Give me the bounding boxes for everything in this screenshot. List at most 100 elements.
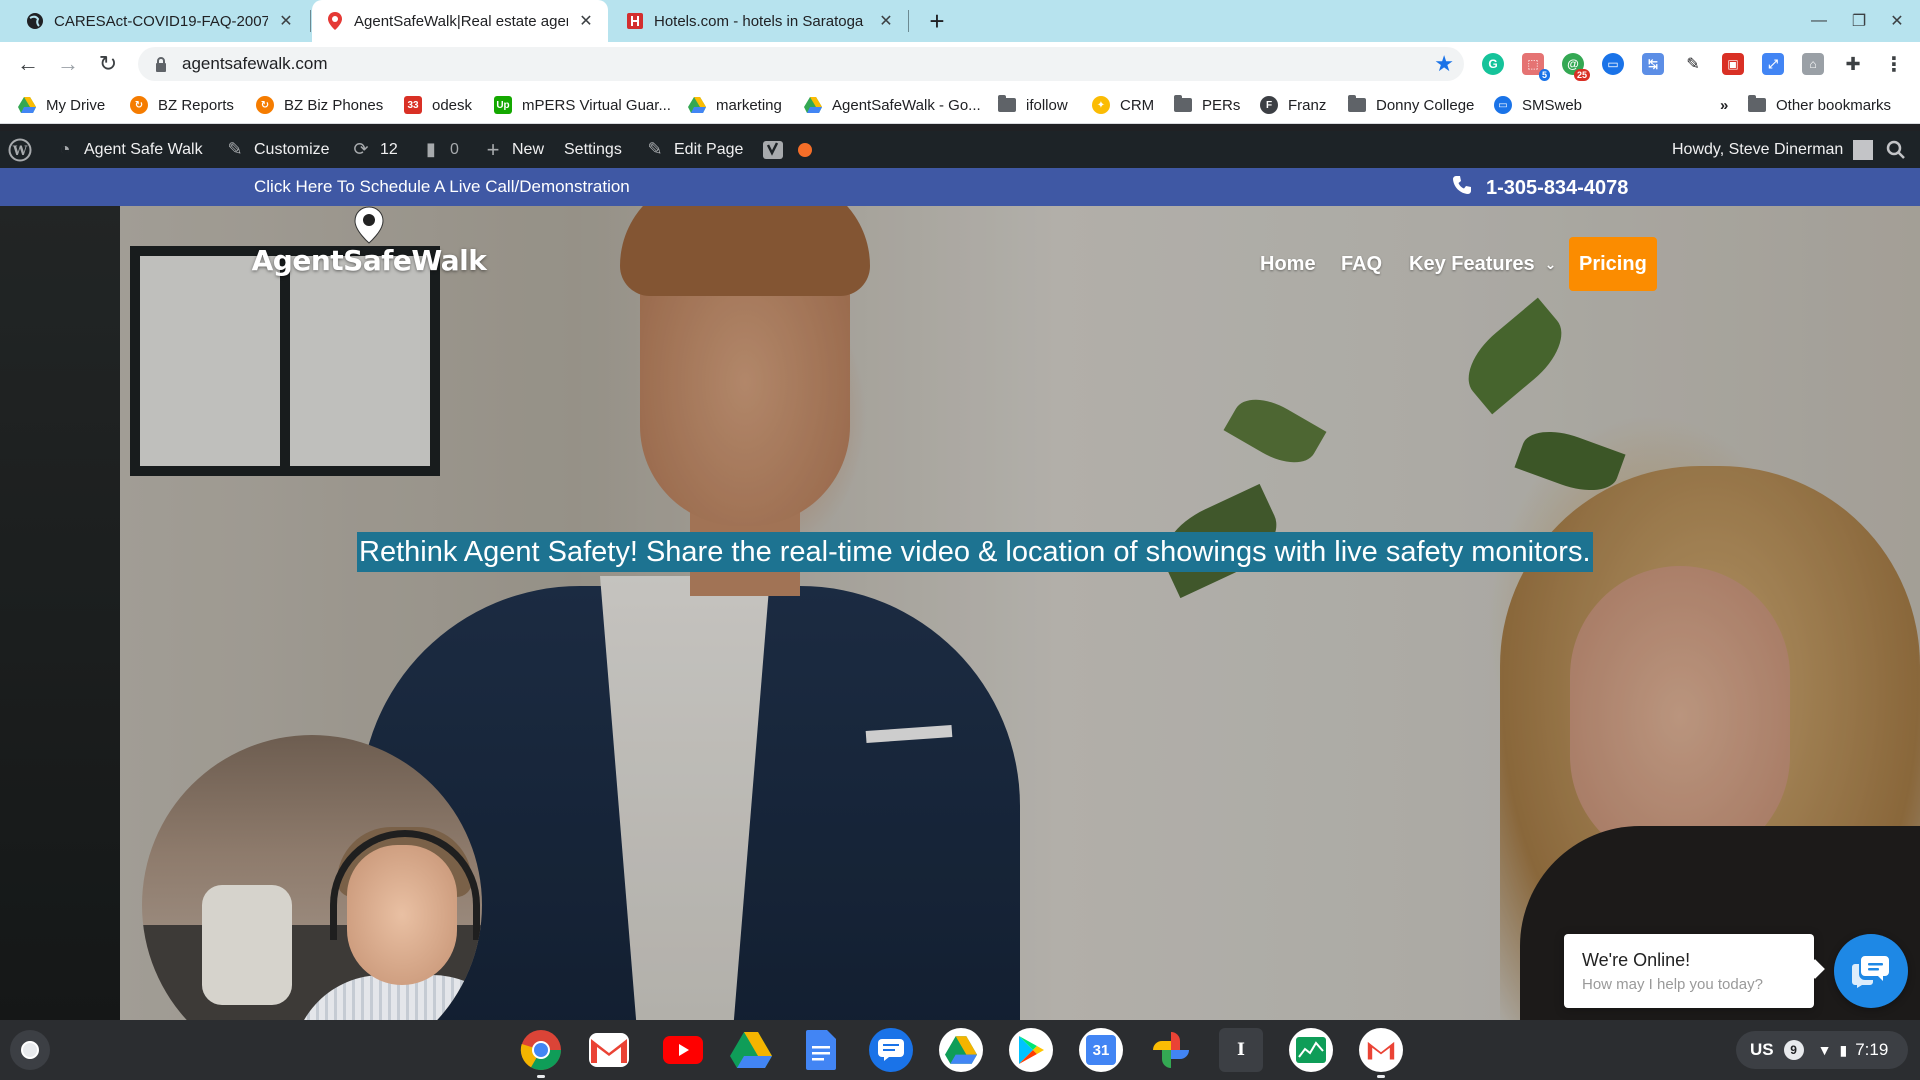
globe-icon (26, 12, 44, 30)
extension-icon[interactable]: @25 (1562, 53, 1590, 81)
wordpress-logo-icon[interactable]: W (8, 131, 32, 168)
play-store-icon[interactable] (1009, 1028, 1053, 1072)
bookmark-marketing[interactable]: marketing (688, 94, 782, 116)
schedule-call-link[interactable]: Click Here To Schedule A Live Call/Demon… (254, 177, 630, 197)
nav-home[interactable]: Home (1260, 237, 1316, 291)
extension-icon[interactable]: ⤢ (1762, 53, 1784, 75)
google-drive-icon[interactable] (729, 1028, 773, 1072)
nav-pricing-button[interactable]: Pricing (1569, 237, 1657, 291)
status-tray[interactable]: US 9 ▼ ▮ 7:19 (1736, 1031, 1908, 1069)
chat-extension-icon[interactable]: ▭ (1602, 53, 1624, 75)
bookmark-bz-biz-phones[interactable]: ↻ BZ Biz Phones (256, 94, 383, 116)
wp-edit-page[interactable]: ✎ Edit Page (644, 131, 743, 168)
tab-title: CARESAct-COVID19-FAQ-200701 (54, 12, 268, 30)
nav-faq[interactable]: FAQ (1341, 237, 1382, 291)
wp-comments-count: 0 (450, 140, 459, 158)
address-bar[interactable]: agentsafewalk.com ★ (138, 47, 1464, 81)
other-bookmarks[interactable]: Other bookmarks (1748, 94, 1891, 116)
wp-settings[interactable]: Settings (564, 131, 622, 168)
google-drive-icon (688, 96, 706, 114)
minimize-icon[interactable]: — (1800, 0, 1838, 42)
plus-icon: + (486, 136, 500, 162)
bookmark-donny-college[interactable]: Donny College (1348, 94, 1474, 116)
close-icon[interactable]: ✕ (876, 11, 896, 31)
chart-app-icon[interactable] (1289, 1028, 1333, 1072)
bookmark-my-drive[interactable]: My Drive (18, 94, 105, 116)
close-icon[interactable]: ✕ (276, 11, 296, 31)
comment-bubble-icon: ▮ (426, 139, 436, 159)
bookmark-agentsafewalk-go[interactable]: AgentSafeWalk - Go... (804, 94, 981, 116)
bookmark-smsweb[interactable]: ▭ SMSweb (1494, 94, 1582, 116)
lock-icon[interactable] (154, 56, 168, 72)
wp-comments[interactable]: ▮ 0 (420, 131, 459, 168)
wp-new[interactable]: + New (482, 131, 544, 168)
bookmark-crm[interactable]: ✦ CRM (1092, 94, 1154, 116)
close-window-icon[interactable]: ✕ (1878, 0, 1916, 42)
phone-link[interactable]: 1-305-834-4078 (1452, 175, 1628, 201)
forward-arrow-icon[interactable]: → (52, 48, 84, 80)
search-icon[interactable] (1886, 131, 1906, 168)
messages-icon[interactable] (869, 1028, 913, 1072)
chat-bubbles-icon (1852, 956, 1889, 988)
wp-customize[interactable]: ✎ Customize (224, 131, 329, 168)
extension-icon[interactable]: ⌂ (1802, 53, 1824, 75)
wp-my-account[interactable]: Howdy, Steve Dinerman (1672, 131, 1874, 168)
google-drive-icon[interactable] (939, 1028, 983, 1072)
bookmark-odesk[interactable]: 33 odesk (404, 94, 472, 116)
puzzle-icon[interactable]: ✚ (1842, 53, 1864, 75)
launcher-icon[interactable] (10, 1030, 50, 1070)
site-logo[interactable]: AgentSafeWalk (252, 206, 487, 286)
folder-icon (1348, 95, 1366, 114)
grammarly-icon[interactable]: G (1482, 53, 1504, 75)
bookmark-label: Donny College (1376, 96, 1475, 114)
google-docs-icon[interactable] (799, 1028, 843, 1072)
chrome-icon[interactable] (519, 1028, 563, 1078)
yoast-icon[interactable] (762, 131, 784, 168)
tab-cares-act[interactable]: CARESAct-COVID19-FAQ-200701 ✕ (12, 0, 308, 42)
upwork-icon: Up (494, 96, 512, 114)
wp-site-name[interactable]: ◔ Agent Safe Walk (54, 131, 203, 168)
gmail-icon[interactable] (1359, 1028, 1403, 1078)
new-tab-button[interactable]: + (922, 6, 952, 36)
extension-icon[interactable]: ▣ (1722, 53, 1744, 75)
extension-icon[interactable]: ⬚ 5 (1522, 53, 1550, 81)
bookmark-franz[interactable]: F Franz (1260, 94, 1326, 116)
bookmark-mpers[interactable]: Up mPERS Virtual Guar... (494, 94, 671, 116)
tab-title: Hotels.com - hotels in Saratoga S (654, 12, 868, 30)
phone-number: 1-305-834-4078 (1486, 176, 1629, 199)
bookmark-label: Other bookmarks (1776, 96, 1892, 114)
bookmark-label: marketing (716, 96, 782, 114)
back-arrow-icon[interactable]: ← (12, 48, 44, 80)
dashboard-gauge-icon: ◔ (59, 139, 71, 159)
updates-icon: ⟳ (353, 139, 369, 159)
restore-icon[interactable]: ❐ (1840, 0, 1878, 42)
webcam-background-chair (202, 885, 292, 1005)
youtube-icon[interactable] (661, 1028, 705, 1072)
google-drive-icon (804, 96, 822, 114)
tab-separator (908, 10, 909, 32)
gmail-icon[interactable] (589, 1033, 629, 1067)
paintbrush-icon: ✎ (227, 139, 243, 159)
close-icon[interactable]: ✕ (576, 11, 596, 31)
bookmarks-overflow-button[interactable]: » (1720, 94, 1728, 116)
nav-key-features[interactable]: Key Features ⌄ (1409, 237, 1556, 291)
bookmark-pers[interactable]: PERs (1174, 94, 1240, 116)
bookmark-label: BZ Biz Phones (284, 96, 384, 114)
menu-kebab-icon[interactable]: ⋮ (1884, 52, 1904, 77)
wp-updates[interactable]: ⟳ 12 (350, 131, 397, 168)
extension-icon[interactable]: ✎ (1682, 53, 1704, 75)
text-editor-icon[interactable]: I (1219, 1028, 1263, 1072)
reload-icon[interactable]: ↻ (92, 48, 124, 80)
tab-agentsafewalk[interactable]: AgentSafeWalk|Real estate agent ✕ (312, 0, 608, 42)
wp-edit-page-label: Edit Page (674, 140, 744, 158)
chat-launcher-button[interactable] (1834, 934, 1908, 1008)
bookmark-star-icon[interactable]: ★ (1434, 53, 1454, 75)
bookmark-ifollow[interactable]: ifollow (998, 94, 1068, 116)
chevron-down-icon: ⌄ (1544, 255, 1557, 272)
bookmark-bz-reports[interactable]: ↻ BZ Reports (130, 94, 234, 116)
calendar-icon[interactable]: 31 (1079, 1028, 1123, 1072)
tab-hotels[interactable]: Hotels.com - hotels in Saratoga S ✕ (612, 0, 908, 42)
photos-icon[interactable] (1149, 1028, 1193, 1072)
chat-prompt[interactable]: We're Online! How may I help you today? (1564, 934, 1814, 1008)
extension-icon[interactable]: ↹ (1642, 53, 1664, 75)
